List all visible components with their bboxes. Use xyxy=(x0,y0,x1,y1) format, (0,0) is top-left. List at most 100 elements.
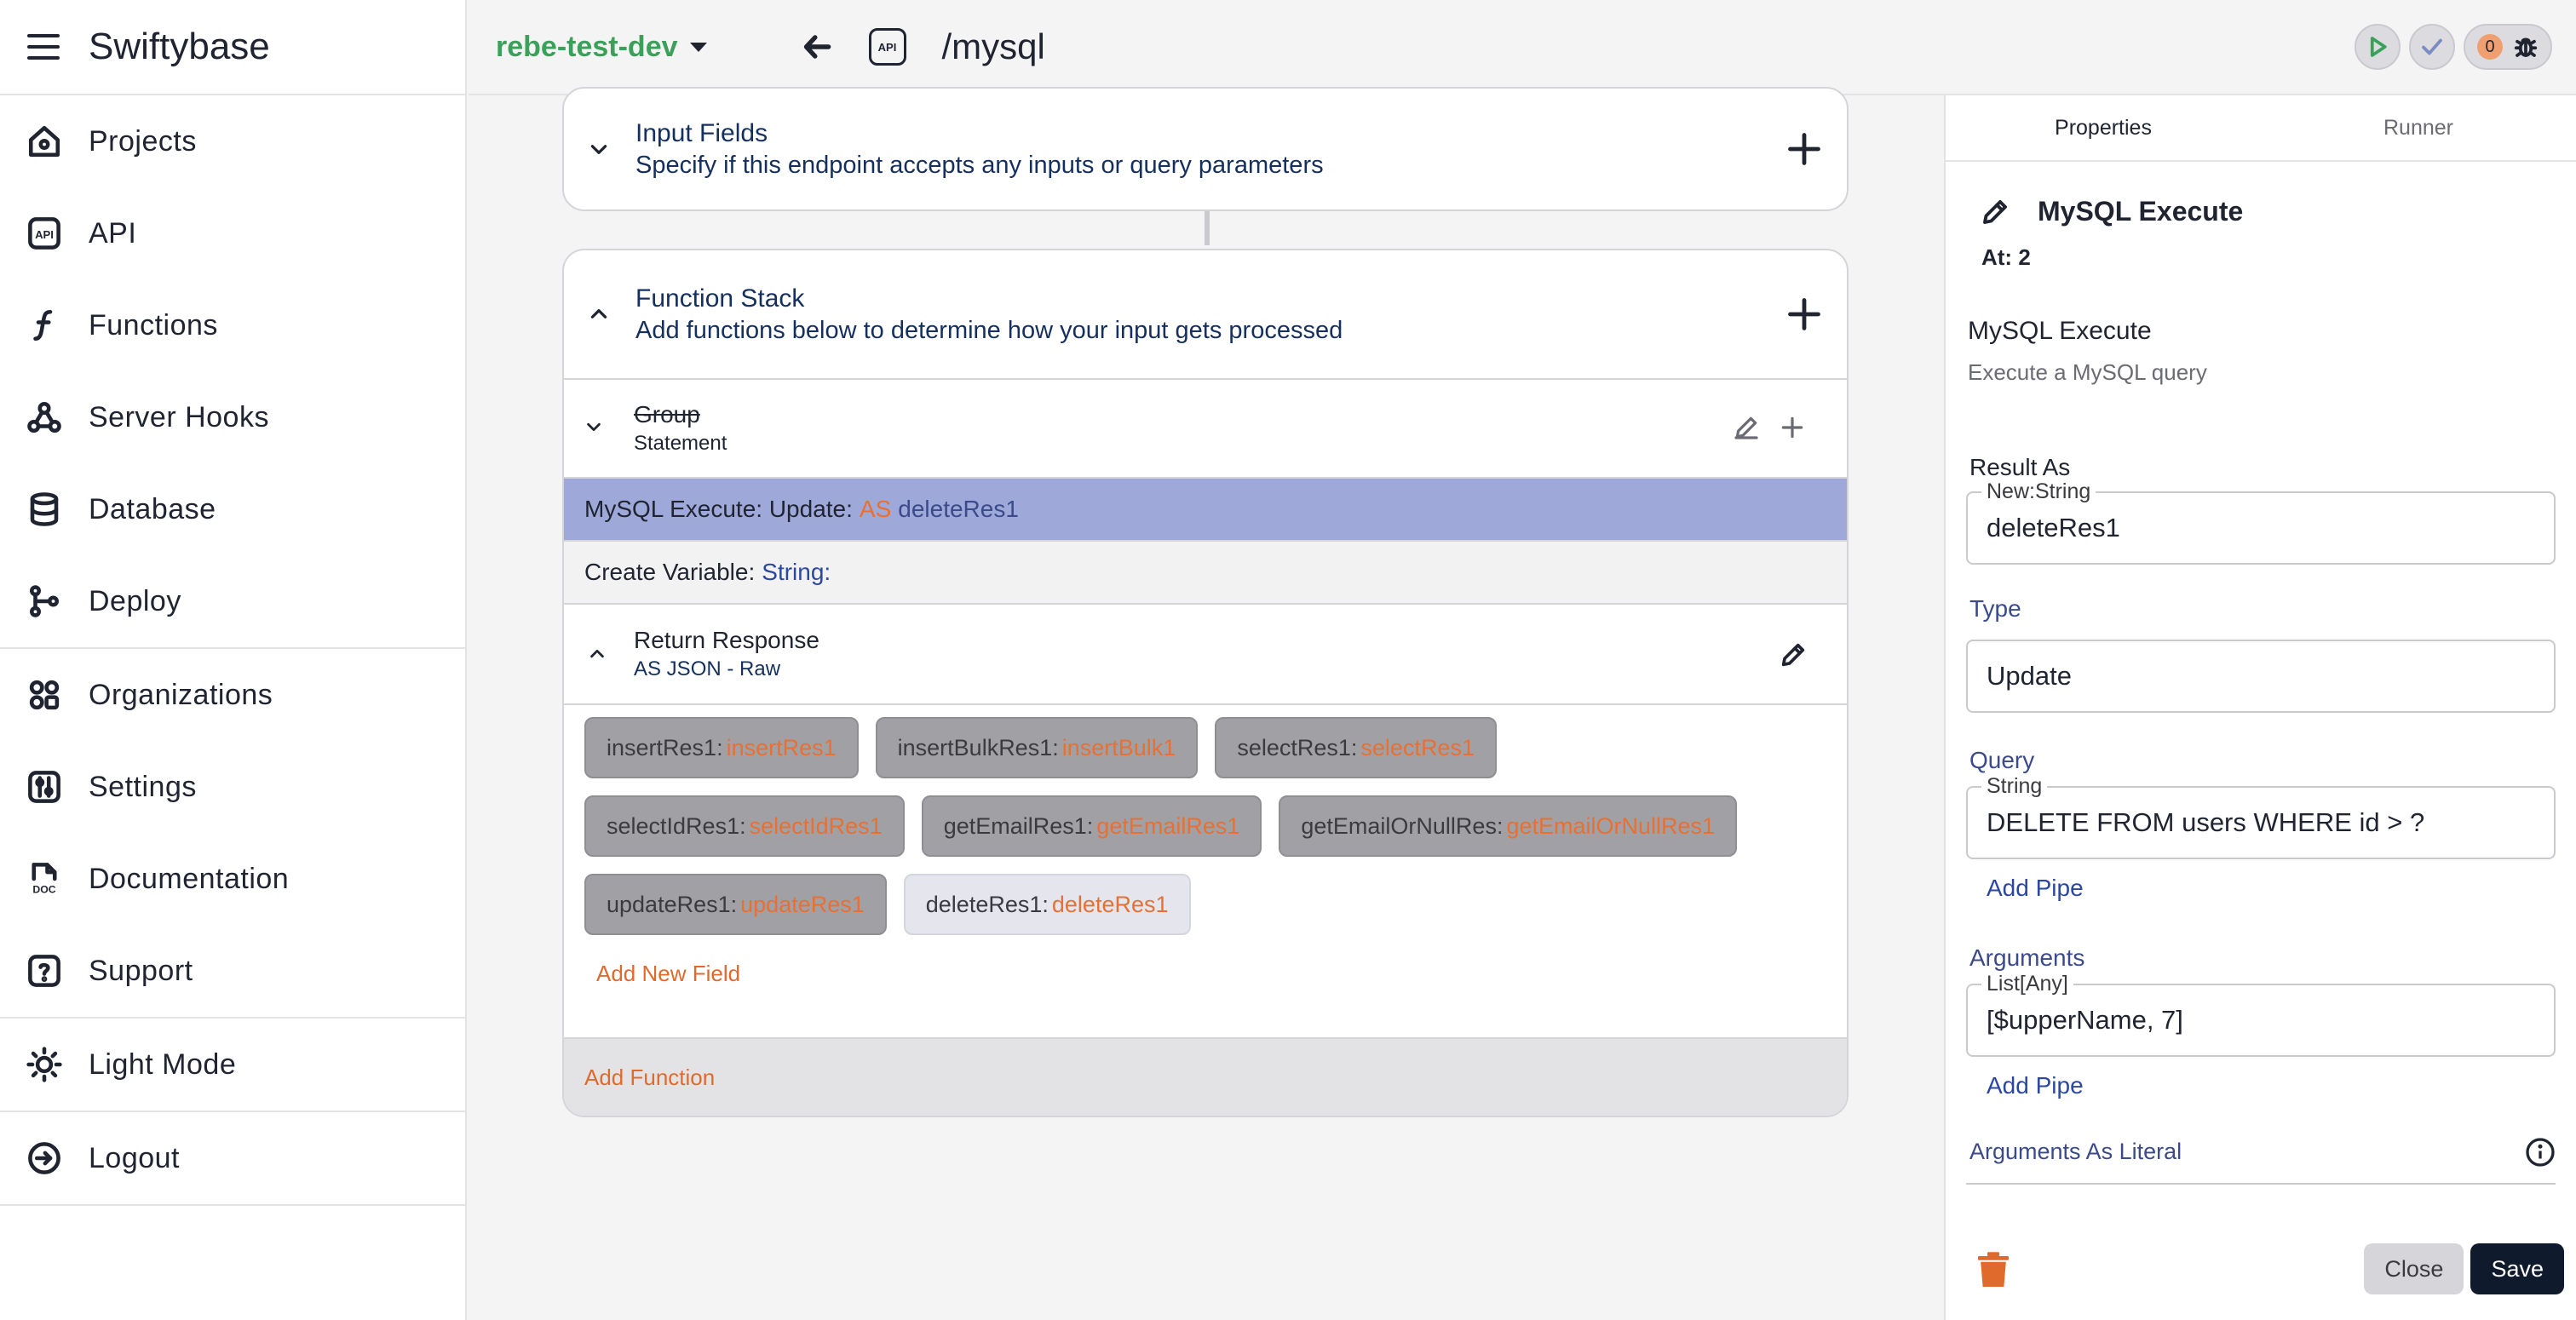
arguments-as-literal-label: Arguments As Literal xyxy=(1969,1139,2182,1164)
debug-button[interactable]: 0 xyxy=(2464,24,2552,70)
api-badge-icon: API xyxy=(868,28,906,66)
database-icon xyxy=(26,491,63,528)
response-field-chip[interactable]: getEmailRes1: getEmailRes1 xyxy=(921,795,1262,857)
run-button[interactable] xyxy=(2355,24,2401,70)
add-new-field-link[interactable]: Add New Field xyxy=(596,961,740,987)
toolbar-actions: 0 xyxy=(2355,24,2552,70)
brand-header: Swiftybase xyxy=(0,0,465,95)
chevron-down-icon[interactable] xyxy=(584,417,610,440)
result-as-field[interactable]: New:String deleteRes1 xyxy=(1966,479,2556,565)
type-field[interactable]: Update xyxy=(1966,640,2556,713)
webhook-icon xyxy=(26,399,63,436)
sidebar-item-light-mode[interactable]: Light Mode xyxy=(0,1019,465,1111)
panel-footer: Close Save xyxy=(1946,1220,2576,1320)
tab-properties[interactable]: Properties xyxy=(1946,95,2261,160)
sidebar-item-logout[interactable]: Logout xyxy=(0,1112,465,1204)
add-function-button[interactable]: Add Function xyxy=(564,1037,1847,1116)
add-input-field-button[interactable] xyxy=(1785,130,1823,168)
return-response-subtitle: AS JSON - Raw xyxy=(634,657,781,680)
step-mysql-as-keyword: AS xyxy=(859,496,892,522)
response-field-chip[interactable]: insertRes1: insertRes1 xyxy=(584,717,859,778)
input-fields-header[interactable]: Input Fields Specify if this endpoint ac… xyxy=(564,89,1847,209)
workflow-canvas: Input Fields Specify if this endpoint ac… xyxy=(469,87,1944,1320)
doc-icon-text: DOC xyxy=(32,884,55,896)
return-response-title: Return Response xyxy=(634,627,819,653)
project-name: rebe-test-dev xyxy=(496,30,678,63)
tab-runner[interactable]: Runner xyxy=(2261,95,2576,160)
response-field-chip[interactable]: selectRes1: selectRes1 xyxy=(1215,717,1497,778)
response-field-chip[interactable]: updateRes1: updateRes1 xyxy=(584,874,887,935)
add-to-group-plus-icon[interactable] xyxy=(1779,414,1806,441)
sidebar-item-label: Logout xyxy=(89,1141,180,1174)
check-icon xyxy=(2422,38,2442,55)
response-field-chip[interactable]: getEmailOrNullRes: getEmailOrNullRes1 xyxy=(1279,795,1738,857)
close-button[interactable]: Close xyxy=(2364,1243,2464,1294)
sidebar-item-label: Settings xyxy=(89,770,197,803)
bug-icon xyxy=(2514,37,2538,57)
top-bar: rebe-test-dev API /mysql 0 xyxy=(469,0,2576,95)
sidebar-item-projects[interactable]: Projects xyxy=(0,95,465,187)
sidebar-item-server-hooks[interactable]: Server Hooks xyxy=(0,371,465,463)
query-add-pipe-link[interactable]: Add Pipe xyxy=(1987,875,2084,902)
play-icon xyxy=(2370,37,2387,57)
delete-function-button[interactable] xyxy=(1976,1251,2014,1288)
sidebar-item-label: Documentation xyxy=(89,862,290,895)
sidebar-item-support[interactable]: Support xyxy=(0,925,465,1017)
input-fields-subtitle: Specify if this endpoint accepts any inp… xyxy=(635,151,1324,179)
result-as-label: Result As xyxy=(1969,454,2071,480)
function-icon xyxy=(26,307,63,344)
step-create-type: String: xyxy=(762,559,831,585)
sidebar-item-functions[interactable]: Functions xyxy=(0,279,465,371)
query-field[interactable]: String DELETE FROM users WHERE id > ? xyxy=(1966,774,2556,859)
doc-icon: DOC xyxy=(26,860,63,898)
group-statement-row[interactable]: Group Statement xyxy=(564,380,1847,479)
input-fields-title: Input Fields xyxy=(635,118,768,147)
sidebar-item-settings[interactable]: Settings xyxy=(0,741,465,833)
help-icon xyxy=(26,952,63,990)
response-field-chip[interactable]: insertBulkRes1: insertBulk1 xyxy=(875,717,1199,778)
sidebar-item-documentation[interactable]: DOC Documentation xyxy=(0,833,465,925)
arrow-left-icon xyxy=(803,35,831,59)
sidebar-item-deploy[interactable]: Deploy xyxy=(0,555,465,647)
return-response-header[interactable]: Return Response AS JSON - Raw xyxy=(564,605,1847,705)
sidebar-item-organizations[interactable]: Organizations xyxy=(0,649,465,741)
sidebar-item-database[interactable]: Database xyxy=(0,463,465,555)
hamburger-menu-icon[interactable] xyxy=(27,34,60,60)
add-function-plus-button[interactable] xyxy=(1785,296,1823,333)
arguments-add-pipe-link[interactable]: Add Pipe xyxy=(1987,1072,2084,1099)
step-create-prefix: Create Variable: xyxy=(584,559,756,585)
arguments-as-literal-row[interactable]: Arguments As Literal xyxy=(1966,1137,2556,1185)
plus-icon xyxy=(1788,133,1820,165)
sidebar-item-api[interactable]: API API xyxy=(0,187,465,279)
settings-icon xyxy=(26,768,63,806)
arguments-field[interactable]: List[Any] [$upperName, 7] xyxy=(1966,972,2556,1057)
pencil-icon[interactable] xyxy=(1980,197,2010,227)
save-button[interactable]: Save xyxy=(2470,1243,2564,1294)
sidebar: Swiftybase Projects API API Functions Se… xyxy=(0,0,467,1320)
type-value: Update xyxy=(1987,661,2072,691)
function-stack-header[interactable]: Function Stack Add functions below to de… xyxy=(564,250,1847,380)
back-button[interactable] xyxy=(799,28,837,66)
sidebar-item-label: API xyxy=(89,216,137,250)
response-field-chip[interactable]: selectIdRes1: selectIdRes1 xyxy=(584,795,905,857)
step-mysql-execute[interactable]: MySQL Execute: Update: AS deleteRes1 xyxy=(564,479,1847,542)
query-value: DELETE FROM users WHERE id > ? xyxy=(1987,807,2425,837)
step-mysql-var: deleteRes1 xyxy=(898,496,1019,522)
info-icon[interactable] xyxy=(2525,1137,2556,1168)
validate-button[interactable] xyxy=(2409,24,2455,70)
edit-response-button[interactable] xyxy=(1779,640,1808,674)
query-legend: String xyxy=(1981,774,2048,799)
nav-group-mode: Light Mode xyxy=(0,1019,465,1112)
function-stack-title: Function Stack xyxy=(635,284,805,313)
plus-icon xyxy=(1788,298,1820,330)
step-mysql-prefix: MySQL Execute: Update: xyxy=(584,496,853,522)
response-field-chip-active[interactable]: deleteRes1: deleteRes1 xyxy=(903,874,1191,935)
step-create-variable[interactable]: Create Variable: String: xyxy=(564,542,1847,605)
project-selector[interactable]: rebe-test-dev xyxy=(496,31,707,64)
chevron-down-icon[interactable] xyxy=(586,136,612,162)
git-branch-icon xyxy=(26,583,63,620)
chevron-up-icon[interactable] xyxy=(584,645,610,663)
edit-group-pencil-icon[interactable] xyxy=(1733,414,1760,441)
result-as-legend: New:String xyxy=(1981,479,2096,504)
chevron-up-icon[interactable] xyxy=(586,301,612,327)
